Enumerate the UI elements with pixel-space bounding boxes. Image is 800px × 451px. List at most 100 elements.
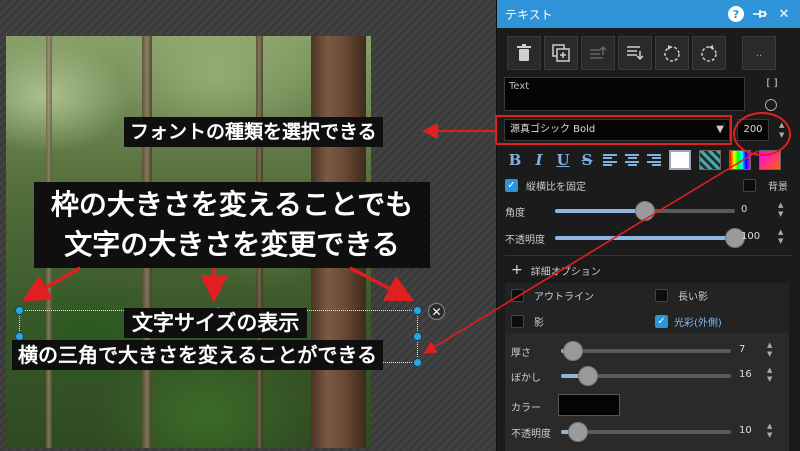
font-select-highlight bbox=[495, 115, 732, 145]
keep-ratio-checkbox[interactable]: ✓ bbox=[505, 179, 518, 192]
detail-options-toggle[interactable]: + 詳細オプション bbox=[511, 262, 601, 278]
color-row: カラー bbox=[511, 399, 541, 414]
rotate-left-icon bbox=[664, 45, 680, 62]
panel-toolbar bbox=[507, 36, 726, 70]
annotation-frame-resize: 枠の大きさを変えることでも 文字の大きさを変更できる bbox=[34, 182, 430, 268]
long-shadow-row[interactable]: 長い影 bbox=[655, 288, 708, 303]
opacity-spinner-icon[interactable]: ▲ ▼ bbox=[778, 228, 783, 246]
glow-settings: 厚さ 7 ▲ ▼ ぼかし 16 ▲ ▼ カラー 不透明度 10 ▲ ▼ bbox=[505, 333, 789, 451]
divider bbox=[505, 255, 792, 256]
duplicate-icon bbox=[552, 44, 570, 62]
long-shadow-checkbox[interactable] bbox=[655, 289, 668, 302]
shadow-row[interactable]: 影 bbox=[511, 314, 544, 329]
angle-slider-row: 角度 0 ▲ ▼ bbox=[505, 201, 795, 221]
fit-bracket-button[interactable]: [ ] bbox=[762, 76, 782, 92]
blur-label: ぼかし bbox=[511, 373, 541, 384]
long-shadow-label: 長い影 bbox=[678, 292, 708, 303]
pattern-swatch[interactable] bbox=[699, 150, 721, 170]
help-icon[interactable]: ? bbox=[728, 6, 744, 22]
align-center-icon[interactable] bbox=[625, 154, 639, 166]
align-left-icon[interactable] bbox=[603, 154, 617, 166]
blur-slider-row: ぼかし 16 ▲ ▼ bbox=[511, 366, 800, 386]
annotation-triangle-resize: 横の三角で大きさを変えることができる bbox=[12, 340, 383, 370]
glow-row[interactable]: ✓ 光彩(外側) bbox=[655, 314, 722, 329]
close-icon: ✕ bbox=[431, 305, 442, 319]
reset-icon[interactable] bbox=[765, 99, 777, 111]
plus-icon: + bbox=[511, 262, 523, 278]
resize-handle-top-right[interactable] bbox=[413, 306, 422, 315]
opacity-slider[interactable] bbox=[555, 236, 735, 240]
shadow-label: 影 bbox=[534, 318, 544, 329]
angle-spinner-icon[interactable]: ▲ ▼ bbox=[778, 201, 783, 219]
panel-title: テキスト bbox=[505, 7, 553, 22]
angle-slider-knob[interactable] bbox=[635, 201, 655, 221]
glow-opacity-slider-row: 不透明度 10 ▲ ▼ bbox=[511, 422, 800, 442]
glow-opacity-spinner-icon[interactable]: ▲ ▼ bbox=[767, 422, 772, 440]
thickness-slider[interactable] bbox=[561, 349, 731, 353]
strikethrough-button[interactable]: S bbox=[579, 151, 595, 169]
glow-opacity-label: 不透明度 bbox=[511, 429, 551, 440]
underline-button[interactable]: U bbox=[555, 151, 571, 169]
align-right-icon[interactable] bbox=[647, 154, 661, 166]
pin-icon[interactable] bbox=[752, 6, 768, 22]
opacity-slider-row: 不透明度 100 ▲ ▼ bbox=[505, 228, 795, 248]
bold-button[interactable]: B bbox=[507, 151, 523, 169]
resize-handle-bottom-right[interactable] bbox=[413, 358, 422, 367]
glow-color-picker[interactable] bbox=[558, 394, 620, 416]
rotate-right-icon bbox=[701, 45, 717, 62]
text-panel: テキスト ? ✕ .. Text [ ] 源真ゴシック Bold ▼ 200 ▲… bbox=[496, 0, 800, 451]
detail-options-area: アウトライン 長い影 影 ✓ 光彩(外側) 厚さ 7 ▲ ▼ ぼかし 16 ▲ … bbox=[505, 283, 789, 451]
resize-handle-right[interactable] bbox=[413, 332, 422, 341]
outline-label: アウトライン bbox=[534, 292, 594, 303]
background-label: 背景 bbox=[768, 182, 788, 193]
panel-titlebar: テキスト ? ✕ bbox=[497, 0, 800, 28]
angle-value[interactable]: 0 bbox=[741, 204, 747, 215]
annotation-frame-line2: 文字の大きさを変更できる bbox=[64, 228, 400, 261]
glow-opacity-value[interactable]: 10 bbox=[739, 425, 752, 436]
glow-checkbox[interactable]: ✓ bbox=[655, 315, 668, 328]
duplicate-button[interactable] bbox=[544, 36, 578, 70]
angle-label: 角度 bbox=[505, 208, 525, 219]
bring-front-button[interactable] bbox=[581, 36, 615, 70]
italic-button[interactable]: I bbox=[531, 151, 547, 169]
thickness-slider-knob[interactable] bbox=[562, 341, 583, 361]
blur-value[interactable]: 16 bbox=[739, 369, 752, 380]
blur-spinner-icon[interactable]: ▲ ▼ bbox=[767, 366, 772, 384]
glow-label: 光彩(外側) bbox=[674, 318, 722, 329]
rotate-left-button[interactable] bbox=[655, 36, 689, 70]
background-row[interactable]: 背景 bbox=[743, 178, 788, 193]
text-color-swatch[interactable] bbox=[669, 150, 691, 170]
thickness-spinner-icon[interactable]: ▲ ▼ bbox=[767, 341, 772, 359]
thickness-label: 厚さ bbox=[511, 348, 531, 359]
keep-ratio-row[interactable]: ✓ 縦横比を固定 bbox=[505, 178, 586, 193]
color-label: カラー bbox=[511, 403, 541, 414]
more-button[interactable]: .. bbox=[742, 36, 776, 70]
close-icon[interactable]: ✕ bbox=[776, 6, 792, 22]
thickness-value[interactable]: 7 bbox=[739, 344, 745, 355]
text-input[interactable]: Text bbox=[504, 77, 745, 111]
rotate-right-button[interactable] bbox=[692, 36, 726, 70]
keep-ratio-label: 縦横比を固定 bbox=[526, 182, 586, 193]
outline-row[interactable]: アウトライン bbox=[511, 288, 594, 303]
background-checkbox[interactable] bbox=[743, 179, 756, 192]
outline-checkbox[interactable] bbox=[511, 289, 524, 302]
bring-front-icon bbox=[590, 45, 607, 59]
format-toolbar: B I U S bbox=[507, 150, 781, 170]
send-back-button[interactable] bbox=[618, 36, 652, 70]
send-back-icon bbox=[627, 46, 644, 61]
annotation-frame-line1: 枠の大きさを変えることでも bbox=[50, 188, 414, 221]
more-icon: .. bbox=[755, 47, 763, 59]
font-size-highlight bbox=[733, 112, 791, 156]
detail-options-label: 詳細オプション bbox=[530, 266, 601, 278]
thickness-slider-row: 厚さ 7 ▲ ▼ bbox=[511, 341, 800, 361]
opacity-value[interactable]: 100 bbox=[741, 231, 760, 242]
annotation-size-display: 文字サイズの表示 bbox=[124, 308, 308, 338]
shadow-checkbox[interactable] bbox=[511, 315, 524, 328]
blur-slider-knob[interactable] bbox=[578, 366, 599, 386]
trash-icon bbox=[517, 44, 531, 61]
delete-object-button[interactable]: ✕ bbox=[428, 303, 445, 320]
resize-handle-top-left[interactable] bbox=[15, 306, 24, 315]
glow-opacity-slider-knob[interactable] bbox=[568, 422, 588, 442]
delete-button[interactable] bbox=[507, 36, 541, 70]
opacity-label: 不透明度 bbox=[505, 235, 545, 246]
